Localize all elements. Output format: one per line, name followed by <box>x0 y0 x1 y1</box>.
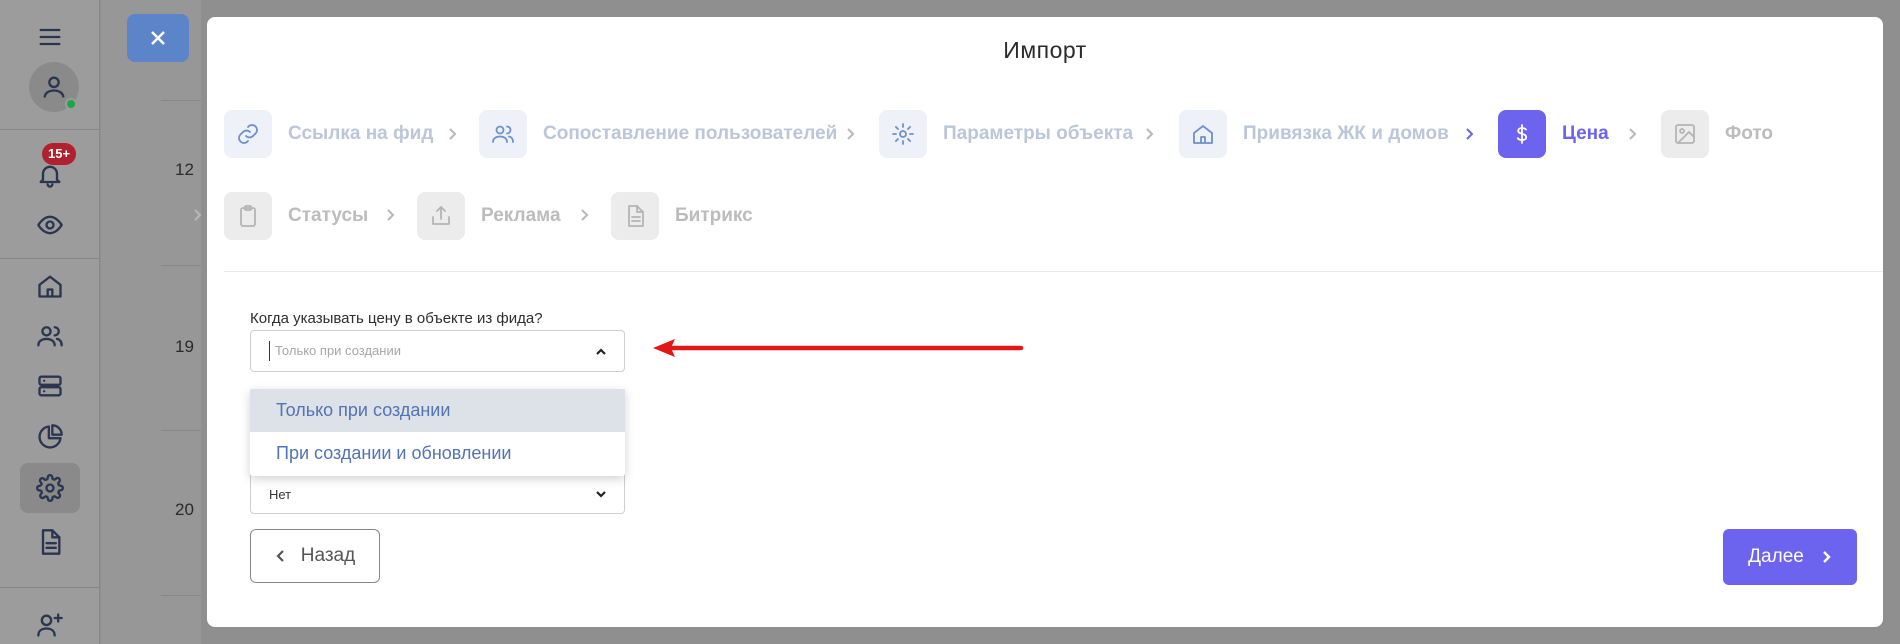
chevron-up-icon[interactable] <box>594 345 608 359</box>
chevron-right-icon <box>1462 127 1476 141</box>
add-user-icon[interactable] <box>20 600 80 644</box>
document-icon <box>611 192 659 240</box>
link-icon <box>224 110 272 158</box>
table-cell: 12 <box>175 160 194 179</box>
sidebar: 15+ <box>0 0 100 644</box>
online-status-dot <box>65 98 77 110</box>
chevron-left-icon <box>276 550 284 562</box>
text-cursor <box>269 341 270 361</box>
step-label: Цена <box>1562 123 1609 144</box>
clipboard-icon <box>224 192 272 240</box>
step-label: Статусы <box>288 205 369 226</box>
close-modal-button[interactable] <box>127 14 189 62</box>
next-button-label: Далее <box>1748 546 1804 567</box>
document-icon[interactable] <box>20 517 80 567</box>
home-icon <box>1179 110 1227 158</box>
chevron-right-icon <box>383 208 397 222</box>
dollar-icon <box>1498 110 1546 158</box>
background-table: 12 19 20 <box>101 0 201 644</box>
step-photo[interactable]: Фото <box>1661 110 1773 158</box>
step-complex-binding[interactable]: Привязка ЖК и домов <box>1179 110 1449 158</box>
step-label: Фото <box>1725 123 1774 144</box>
menu-icon[interactable] <box>20 12 80 62</box>
price-mode-select[interactable]: Только при создании <box>250 330 625 372</box>
close-icon <box>151 31 165 45</box>
step-user-mapping[interactable]: Сопоставление пользователей <box>479 110 837 158</box>
price-field-label: Когда указывать цену в объекте из фида? <box>250 310 543 327</box>
gear-icon <box>879 110 927 158</box>
step-label: Ссылка на фид <box>288 123 434 144</box>
modal-title: Импорт <box>1003 37 1087 63</box>
server-icon[interactable] <box>20 361 80 411</box>
chevron-right-icon <box>190 208 204 222</box>
select-placeholder: Только при создании <box>275 343 401 358</box>
import-modal: Импорт Ссылка на фид Сопоставление польз… <box>194 17 1883 627</box>
chevron-down-icon[interactable] <box>594 487 608 501</box>
step-label: Битрикс <box>675 205 753 226</box>
back-button-label: Назад <box>300 545 356 566</box>
step-label: Параметры объекта <box>943 123 1134 144</box>
price-mode-dropdown: Только при создании При создании и обнов… <box>250 389 625 476</box>
chevron-right-icon <box>1625 127 1639 141</box>
table-cell: 20 <box>175 500 194 519</box>
home-icon[interactable] <box>20 261 80 311</box>
dropdown-option[interactable]: Только при создании <box>250 389 625 432</box>
divider <box>224 271 1883 272</box>
step-statuses[interactable]: Статусы <box>224 192 368 240</box>
chevron-right-icon <box>1142 127 1156 141</box>
image-icon <box>1661 110 1709 158</box>
step-price[interactable]: Цена <box>1498 110 1609 158</box>
step-advertising[interactable]: Реклама <box>417 192 561 240</box>
notification-badge: 15+ <box>42 143 77 165</box>
back-button[interactable]: Назад <box>250 529 380 583</box>
table-cell: 19 <box>175 337 194 356</box>
dropdown-option[interactable]: При создании и обновлении <box>250 432 625 475</box>
chevron-right-icon <box>577 208 591 222</box>
pie-chart-icon[interactable] <box>20 412 80 462</box>
chevron-right-icon <box>445 127 459 141</box>
eye-icon[interactable] <box>20 200 80 250</box>
avatar[interactable] <box>29 62 79 112</box>
upload-icon <box>417 192 465 240</box>
step-feed-link[interactable]: Ссылка на фид <box>224 110 433 158</box>
users-icon <box>479 110 527 158</box>
red-arrow-annotation <box>653 339 1024 357</box>
chevron-right-icon <box>1822 551 1831 563</box>
select-value: Нет <box>269 487 292 502</box>
step-label: Реклама <box>481 205 561 226</box>
step-label: Привязка ЖК и домов <box>1243 123 1449 144</box>
step-label: Сопоставление пользователей <box>543 123 838 144</box>
settings-icon[interactable] <box>20 463 80 513</box>
chevron-right-icon <box>843 127 857 141</box>
next-button[interactable]: Далее <box>1723 529 1857 585</box>
step-object-params[interactable]: Параметры объекта <box>879 110 1133 158</box>
second-select[interactable]: Нет <box>250 472 625 514</box>
step-bitrix[interactable]: Битрикс <box>611 192 753 240</box>
users-icon[interactable] <box>20 311 80 361</box>
